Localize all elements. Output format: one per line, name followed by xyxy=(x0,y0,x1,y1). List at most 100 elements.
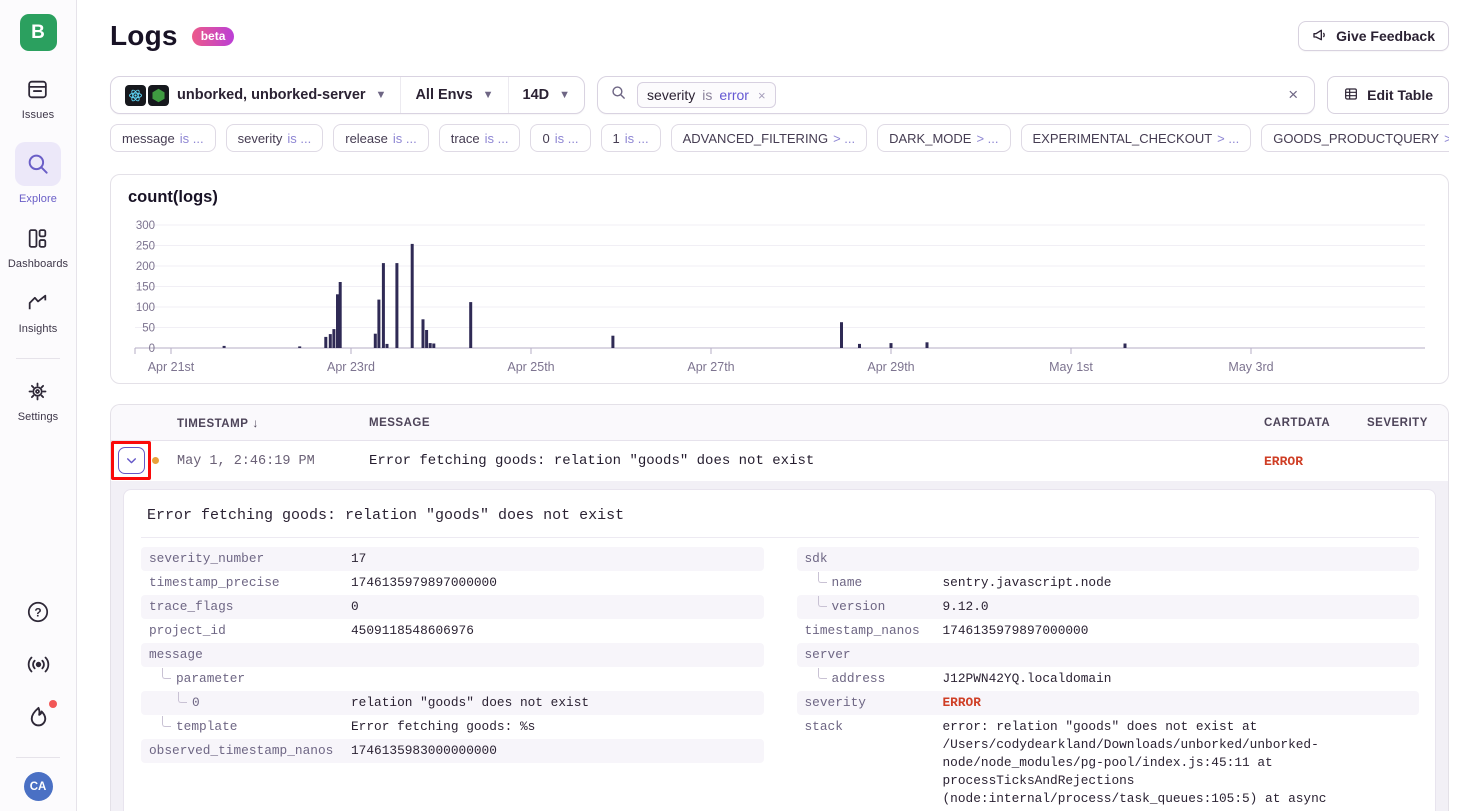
row-detail-panel: Error fetching goods: relation "goods" d… xyxy=(111,481,1448,811)
sidebar-item-explore[interactable]: Explore xyxy=(15,142,61,205)
svg-text:150: 150 xyxy=(136,282,155,294)
org-logo[interactable]: B xyxy=(20,14,57,51)
quick-filter-chip[interactable]: releaseis ... xyxy=(333,124,428,152)
attribute-row: server xyxy=(797,643,1420,667)
chart-title: count(logs) xyxy=(128,188,218,207)
help-button[interactable]: ? xyxy=(25,599,51,630)
chevron-down-icon: ▼ xyxy=(483,89,494,101)
clear-search-icon[interactable]: × xyxy=(1284,85,1302,105)
svg-text:May 1st: May 1st xyxy=(1049,360,1093,374)
message-cell: Error fetching goods: relation "goods" d… xyxy=(369,453,1242,469)
page-title: Logs xyxy=(110,20,178,52)
token-value: error xyxy=(719,87,749,103)
quick-filter-chip[interactable]: GOODS_PRODUCTQUERY> ... xyxy=(1261,124,1449,152)
column-header-cartdata[interactable]: CARTDATA xyxy=(1242,417,1352,429)
log-detail-card: Error fetching goods: relation "goods" d… xyxy=(123,489,1436,811)
notification-dot xyxy=(49,700,57,708)
settings-icon xyxy=(25,379,50,404)
search-icon xyxy=(610,84,627,106)
svg-text:Apr 21st: Apr 21st xyxy=(148,360,195,374)
sidebar-item-label: Settings xyxy=(18,411,59,423)
beta-badge: beta xyxy=(192,27,235,46)
environment-selector-value: All Envs xyxy=(415,87,472,103)
quick-filter-chip[interactable]: 0is ... xyxy=(530,124,590,152)
project-selector[interactable]: unborked, unborked-server ▼ xyxy=(111,77,400,113)
filter-bar: unborked, unborked-server ▼ All Envs ▼ 1… xyxy=(110,76,1449,114)
sidebar: B Issues Explore Dashb xyxy=(0,0,77,811)
quick-filter-chip[interactable]: traceis ... xyxy=(439,124,521,152)
search-icon xyxy=(15,142,61,186)
attributes-column-left: severity_number17timestamp_precise174613… xyxy=(141,547,764,763)
severity-cell: ERROR xyxy=(1242,454,1352,469)
quick-filter-chip[interactable]: DARK_MODE> ... xyxy=(877,124,1010,152)
column-header-severity[interactable]: SEVERITY xyxy=(1352,417,1448,429)
svg-text:Apr 29th: Apr 29th xyxy=(867,360,914,374)
insights-icon xyxy=(25,291,50,316)
sidebar-nav: Issues Explore Dashboards xyxy=(8,77,68,444)
sidebar-item-settings[interactable]: Settings xyxy=(18,379,59,423)
search-input[interactable]: severity is error × × xyxy=(597,76,1315,114)
annotation-highlight-box xyxy=(111,441,151,480)
svg-text:Apr 27th: Apr 27th xyxy=(687,360,734,374)
quick-filter-chip[interactable]: messageis ... xyxy=(110,124,216,152)
whats-new-flame-icon[interactable] xyxy=(25,704,52,736)
svg-text:0: 0 xyxy=(149,343,155,355)
sidebar-item-label: Insights xyxy=(19,323,58,335)
attribute-row: namesentry.javascript.node xyxy=(797,571,1420,595)
tree-connector-icon xyxy=(818,572,827,583)
log-table-row[interactable]: May 1, 2:46:19 PM Error fetching goods: … xyxy=(111,441,1448,481)
edit-table-button[interactable]: Edit Table xyxy=(1327,76,1449,114)
column-header-message[interactable]: MESSAGE xyxy=(369,417,1242,429)
sidebar-item-insights[interactable]: Insights xyxy=(19,291,58,335)
quick-filter-chip[interactable]: EXPERIMENTAL_CHECKOUT> ... xyxy=(1021,124,1252,152)
token-key: severity xyxy=(647,87,695,103)
node-platform-icon xyxy=(148,85,169,106)
tree-connector-icon xyxy=(162,716,171,727)
timestamp-cell: May 1, 2:46:19 PM xyxy=(177,454,369,469)
quick-filter-chip[interactable]: 1is ... xyxy=(601,124,661,152)
attribute-row: stackerror: relation "goods" does not ex… xyxy=(797,715,1420,811)
svg-text:200: 200 xyxy=(136,261,155,273)
environment-selector[interactable]: All Envs ▼ xyxy=(400,77,507,113)
date-range-selector[interactable]: 14D ▼ xyxy=(508,77,585,113)
column-header-timestamp[interactable]: TIMESTAMP↓ xyxy=(177,416,369,430)
token-operator: is xyxy=(702,87,712,103)
user-avatar[interactable]: CA xyxy=(24,772,53,801)
dashboards-icon xyxy=(25,226,50,251)
logs-count-chart: count(logs) 050100150200250300Apr 21stAp… xyxy=(110,174,1449,384)
quick-filter-chip[interactable]: ADVANCED_FILTERING> ... xyxy=(671,124,867,152)
token-remove-icon[interactable]: × xyxy=(758,88,766,103)
svg-text:50: 50 xyxy=(142,323,155,335)
edit-table-label: Edit Table xyxy=(1367,87,1433,103)
attribute-row: version9.12.0 xyxy=(797,595,1420,619)
date-range-value: 14D xyxy=(523,87,550,103)
broadcast-icon[interactable] xyxy=(25,651,52,683)
svg-text:Apr 23rd: Apr 23rd xyxy=(327,360,375,374)
attribute-row: templateError fetching goods: %s xyxy=(141,715,764,739)
svg-text:Apr 25th: Apr 25th xyxy=(507,360,554,374)
sidebar-item-issues[interactable]: Issues xyxy=(22,77,54,121)
tree-connector-icon xyxy=(818,596,827,607)
attribute-row: severityERROR xyxy=(797,691,1420,715)
give-feedback-label: Give Feedback xyxy=(1336,28,1435,44)
tree-connector-icon xyxy=(162,668,171,679)
bar-chart-canvas[interactable]: 050100150200250300Apr 21stApr 23rdApr 25… xyxy=(111,211,1448,383)
svg-text:300: 300 xyxy=(136,220,155,232)
megaphone-icon xyxy=(1312,27,1328,46)
sidebar-item-label: Issues xyxy=(22,109,54,121)
search-filter-token[interactable]: severity is error × xyxy=(637,82,776,108)
tree-connector-icon xyxy=(818,668,827,679)
sidebar-item-dashboards[interactable]: Dashboards xyxy=(8,226,68,270)
attribute-row: timestamp_precise1746135979897000000 xyxy=(141,571,764,595)
sidebar-item-label: Explore xyxy=(19,193,57,205)
issues-icon xyxy=(25,77,50,102)
attribute-row: observed_timestamp_nanos1746135983000000… xyxy=(141,739,764,763)
main-content: Logs beta Give Feedback xyxy=(77,16,1480,811)
attribute-row: timestamp_nanos1746135979897000000 xyxy=(797,619,1420,643)
react-platform-icon xyxy=(125,85,146,106)
selector-group: unborked, unborked-server ▼ All Envs ▼ 1… xyxy=(110,76,585,114)
attribute-row: severity_number17 xyxy=(141,547,764,571)
give-feedback-button[interactable]: Give Feedback xyxy=(1298,21,1449,51)
page-header: Logs beta Give Feedback xyxy=(110,16,1449,56)
quick-filter-chip[interactable]: severityis ... xyxy=(226,124,324,152)
